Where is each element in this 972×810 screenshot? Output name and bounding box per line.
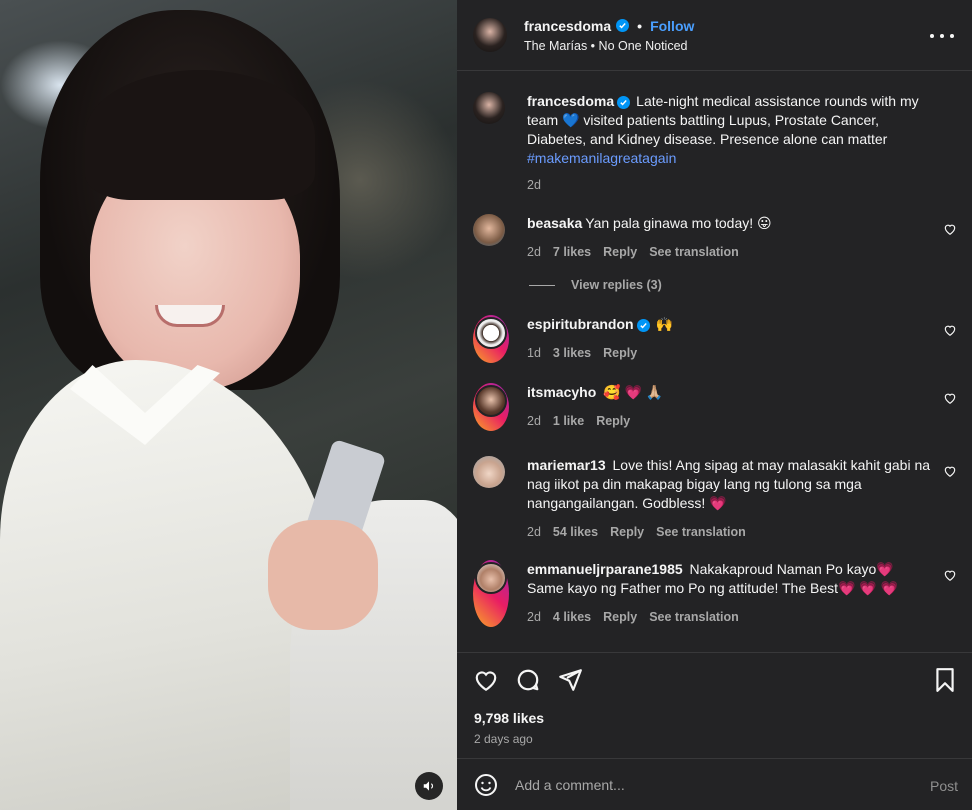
- reply-button[interactable]: Reply: [603, 608, 637, 627]
- view-replies-label: View replies (3): [571, 278, 662, 292]
- comment-item: itsmacyho 🥰 💗 🙏🏼 2d 1 like Reply: [473, 383, 963, 431]
- bookmark-icon[interactable]: [932, 667, 958, 693]
- comment-username[interactable]: beasaka: [527, 215, 582, 231]
- comment-item: espiritubrandon 🙌 1d 3 likes Reply: [473, 315, 963, 363]
- post-panel: francesdoma • Follow The Marías • No One…: [457, 0, 972, 810]
- heart-icon[interactable]: [473, 667, 499, 693]
- author-username[interactable]: francesdoma: [524, 18, 611, 34]
- comment-time[interactable]: 1d: [527, 344, 541, 363]
- likes-count[interactable]: 54 likes: [553, 523, 598, 542]
- emoji-icon[interactable]: [474, 773, 498, 797]
- likes-count[interactable]: 3 likes: [553, 344, 591, 363]
- more-options-button[interactable]: [930, 24, 954, 48]
- avatar[interactable]: [473, 383, 509, 431]
- comment-text: Yan pala ginawa mo today! 😛: [585, 215, 772, 231]
- separator: •: [637, 17, 643, 34]
- post-actions: 9,798 likes 2 days ago: [457, 652, 972, 757]
- avatar[interactable]: [473, 315, 509, 363]
- comment-icon[interactable]: [515, 667, 541, 693]
- comment-composer: Post: [457, 758, 972, 810]
- comment-time[interactable]: 2d: [527, 608, 541, 627]
- comment-time[interactable]: 2d: [527, 523, 541, 542]
- avatar[interactable]: [473, 92, 505, 124]
- avatar[interactable]: [473, 214, 505, 246]
- verified-icon: [617, 96, 631, 109]
- comment-item: beasaka Yan pala ginawa mo today! 😛 2d 7 l…: [473, 214, 963, 262]
- likes-count[interactable]: 9,798 likes: [474, 710, 544, 726]
- more-icon: [930, 34, 934, 38]
- reply-button[interactable]: Reply: [610, 523, 644, 542]
- see-translation-button[interactable]: See translation: [649, 608, 739, 627]
- comment-input[interactable]: [515, 776, 895, 793]
- avatar[interactable]: [473, 456, 505, 488]
- comment-username[interactable]: mariemar13: [527, 457, 606, 473]
- comment-text: 🥰 💗 🙏🏼: [603, 384, 664, 400]
- caption-username[interactable]: francesdoma: [527, 93, 614, 109]
- comment-text: 🙌: [655, 316, 673, 332]
- follow-button[interactable]: Follow: [650, 18, 694, 34]
- view-replies-button[interactable]: View replies (3): [529, 278, 662, 292]
- likes-count[interactable]: 1 like: [553, 412, 584, 431]
- post-time: 2 days ago: [474, 732, 533, 746]
- verified-icon: [616, 19, 630, 32]
- caption-time[interactable]: 2d: [527, 176, 541, 195]
- heart-icon[interactable]: [943, 391, 957, 405]
- comment-username[interactable]: espiritubrandon: [527, 316, 634, 332]
- heart-icon[interactable]: [943, 323, 957, 337]
- post-button[interactable]: Post: [930, 778, 958, 794]
- heart-icon[interactable]: [943, 222, 957, 236]
- likes-count[interactable]: 4 likes: [553, 608, 591, 627]
- comment-username[interactable]: emmanueljrparane1985: [527, 561, 683, 577]
- sound-toggle-button[interactable]: [415, 772, 443, 800]
- heart-icon[interactable]: [943, 568, 957, 582]
- sound-icon: [422, 779, 436, 793]
- verified-icon: [636, 319, 650, 332]
- comment-item: emmanueljrparane1985 Nakakaproud Naman P…: [473, 560, 963, 627]
- post-modal: francesdoma • Follow The Marías • No One…: [0, 0, 972, 810]
- see-translation-button[interactable]: See translation: [649, 243, 739, 262]
- reply-button[interactable]: Reply: [596, 412, 630, 431]
- see-translation-button[interactable]: See translation: [656, 523, 746, 542]
- caption: francesdoma Late-night medical assistance…: [473, 92, 963, 195]
- comments-list[interactable]: francesdoma Late-night medical assistance…: [457, 72, 972, 652]
- comment-username[interactable]: itsmacyho: [527, 384, 596, 400]
- audio-track[interactable]: The Marías • No One Noticed: [524, 39, 694, 53]
- post-video[interactable]: [0, 0, 457, 810]
- avatar[interactable]: [473, 18, 507, 52]
- reply-button[interactable]: Reply: [603, 344, 637, 363]
- comment-time[interactable]: 2d: [527, 243, 541, 262]
- likes-count[interactable]: 7 likes: [553, 243, 591, 262]
- heart-icon[interactable]: [943, 464, 957, 478]
- reply-button[interactable]: Reply: [603, 243, 637, 262]
- share-icon[interactable]: [557, 667, 583, 693]
- comment-time[interactable]: 2d: [527, 412, 541, 431]
- comment-item: mariemar13 Love this! Ang sipag at may m…: [473, 456, 963, 542]
- avatar[interactable]: [473, 560, 509, 627]
- post-header: francesdoma • Follow The Marías • No One…: [457, 0, 972, 71]
- hashtag-link[interactable]: #makemanilagreatagain: [527, 150, 676, 166]
